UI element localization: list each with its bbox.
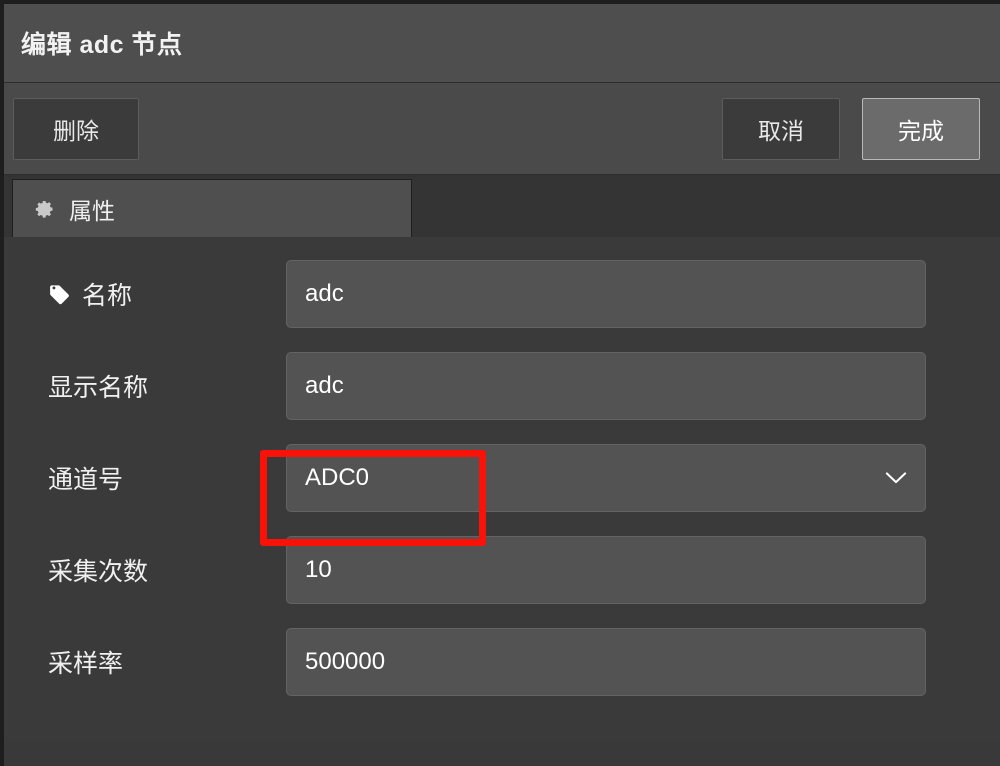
label-channel-text: 通道号 [48, 466, 124, 494]
toolbar-left-group: 删除 [13, 97, 139, 160]
toolbar-right-group: 取消 完成 [722, 97, 980, 160]
display-name-input[interactable] [286, 352, 926, 420]
label-sample-count-text: 采集次数 [48, 558, 149, 586]
edit-node-dialog: 编辑 adc 节点 删除 取消 完成 属性 名称 adc 显示名称 adc 通道… [0, 0, 1000, 766]
chevron-down-icon [885, 471, 907, 485]
tag-icon [48, 283, 71, 306]
dialog-header: 编辑 adc 节点 [4, 4, 1000, 83]
label-channel: 通道号 [48, 460, 286, 496]
label-sample-rate-text: 采样率 [48, 650, 124, 678]
done-button[interactable]: 完成 [862, 97, 980, 160]
label-name: 名称 [48, 276, 286, 312]
label-display-name-text: 显示名称 [48, 374, 149, 402]
form-row-name: 名称 [4, 259, 1000, 329]
tab-properties-label: 属性 [69, 197, 115, 224]
form-row-sample-count: 采集次数 [4, 535, 1000, 605]
channel-select-value: ADC0 [305, 464, 370, 491]
cancel-button[interactable]: 取消 [722, 97, 840, 160]
tab-strip: 属性 [4, 175, 1000, 237]
sample-count-input[interactable] [286, 536, 926, 604]
channel-select[interactable]: ADC0 [286, 444, 926, 512]
form-row-display-name: 显示名称 [4, 351, 1000, 421]
tab-properties[interactable]: 属性 [12, 179, 412, 237]
name-input[interactable] [286, 260, 926, 328]
label-sample-count: 采集次数 [48, 552, 286, 588]
label-name-text: 名称 [82, 282, 133, 310]
form-row-channel: 通道号 ADC0 [4, 443, 1000, 513]
dialog-toolbar: 删除 取消 完成 [4, 83, 1000, 175]
properties-form: 名称 显示名称 通道号 ADC0 [4, 237, 1000, 742]
label-sample-rate: 采样率 [48, 644, 286, 680]
label-display-name: 显示名称 [48, 368, 286, 404]
form-row-sample-rate: 采样率 [4, 627, 1000, 697]
delete-button[interactable]: 删除 [13, 97, 139, 160]
sample-rate-input[interactable] [286, 628, 926, 696]
page-title: 编辑 adc 节点 [21, 31, 183, 59]
gear-icon [35, 199, 55, 219]
